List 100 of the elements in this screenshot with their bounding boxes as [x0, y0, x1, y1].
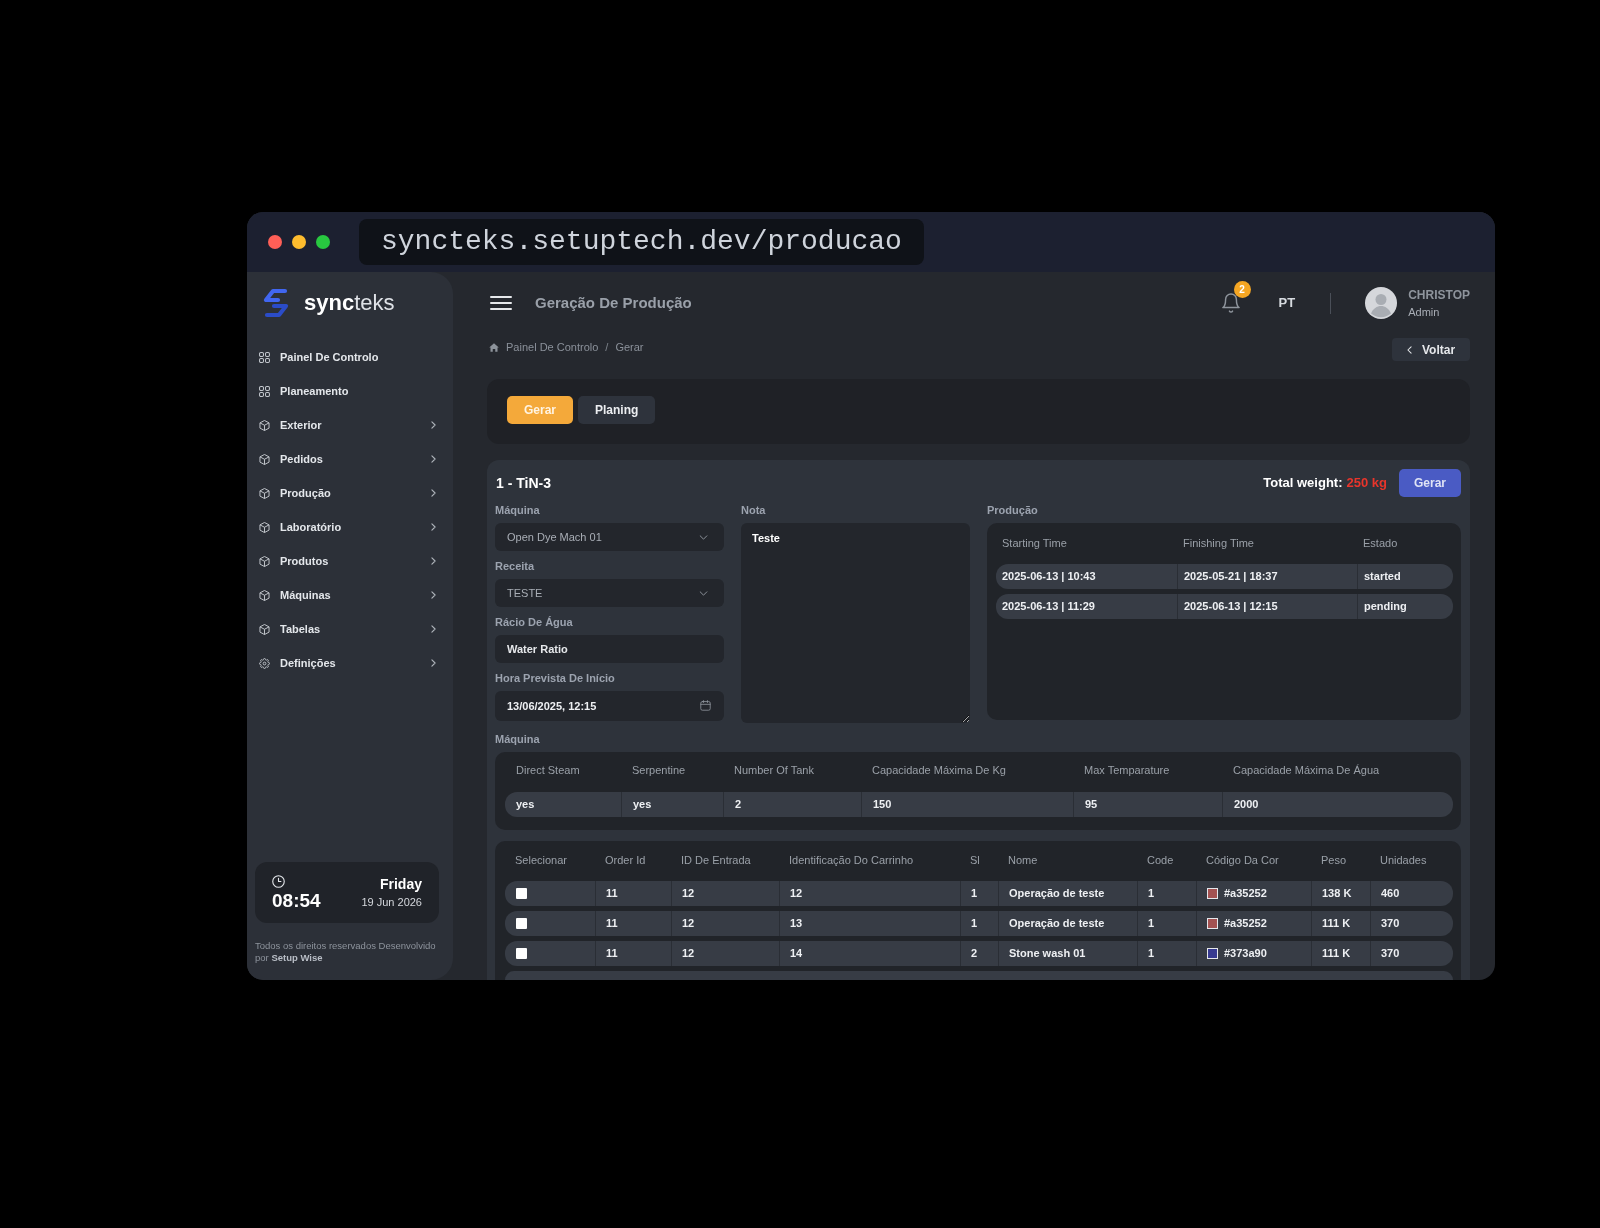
column-header: Código Da Cor	[1205, 853, 1280, 869]
column-header: Direct Steam	[515, 762, 581, 778]
sidebar-item[interactable]: Máquinas	[247, 578, 453, 612]
table-cell: 2	[960, 941, 998, 966]
table-cell: 1	[1137, 911, 1196, 936]
column-header: Max Temparature	[1083, 762, 1171, 778]
table-cell: 138 K	[1311, 881, 1370, 906]
address-bar[interactable]: syncteks.setuptech.dev/producao	[359, 219, 924, 265]
chevron-down-icon	[699, 590, 708, 596]
sidebar-item[interactable]: Exterior	[247, 408, 453, 442]
table-cell-text: 2025-06-13 | 10:43	[1001, 569, 1097, 585]
table-cell: 370	[1370, 911, 1453, 936]
table-cell: 14	[779, 941, 960, 966]
dropdown-field[interactable]: TESTE	[495, 579, 724, 607]
sidebar-item[interactable]: Planeamento	[247, 374, 453, 408]
sidebar-item[interactable]: Tabelas	[247, 612, 453, 646]
logo-icon	[262, 287, 290, 319]
column-header: ID De Entrada	[680, 853, 752, 869]
sidebar-item[interactable]: Painel De Controlo	[247, 340, 453, 374]
cube-icon	[259, 521, 270, 533]
cube-icon	[259, 487, 270, 499]
table-cell-text: yes	[515, 797, 536, 813]
table-cell-text: 2025-06-13 | 11:29	[1001, 599, 1096, 615]
table-cell: yes	[621, 792, 723, 817]
date-label: 19 Jun 2026	[361, 895, 422, 909]
table-cell: 2025-05-21 | 18:37	[1177, 564, 1357, 589]
avatar-icon[interactable]	[1365, 287, 1398, 319]
cube-icon	[259, 589, 270, 601]
chevron-right-icon	[431, 591, 436, 599]
checkbox[interactable]	[516, 948, 527, 959]
chevron-right-icon	[431, 489, 436, 497]
tab[interactable]: Planing	[578, 396, 656, 424]
color-code: #a35252	[1224, 916, 1267, 932]
dropdown-field[interactable]: Open Dye Mach 01	[495, 523, 724, 551]
checkbox[interactable]	[516, 918, 527, 929]
table-cell: 111 K	[1311, 911, 1370, 936]
minimize-window-icon[interactable]	[292, 235, 306, 249]
table-cell: 12	[671, 941, 779, 966]
clock-time: 08:54	[272, 890, 321, 911]
field-label: Nota	[741, 503, 767, 517]
calendar-icon[interactable]	[700, 700, 711, 711]
sidebar-item[interactable]: Definições	[247, 646, 453, 680]
note-field[interactable]: Teste	[741, 523, 970, 723]
total-weight-label: Total weight:	[1263, 474, 1343, 493]
column-header: Serpentine	[631, 762, 687, 778]
menu-icon[interactable]	[490, 296, 512, 310]
card-title: 1 - TiN-3	[496, 473, 551, 493]
table-cell: 150	[861, 792, 1073, 817]
field-label: Rácio De Água	[495, 615, 574, 629]
column-header: Identificação Do Carrinho	[788, 853, 915, 869]
column-header: Capacidade Máxima De Kg	[871, 762, 1007, 778]
sidebar-item[interactable]: Produtos	[247, 544, 453, 578]
copyright-text: Todos os direitos reservados Desenvolvido por Setup Wise	[255, 940, 437, 964]
checkbox[interactable]	[516, 888, 527, 899]
back-button[interactable]: Voltar	[1392, 338, 1470, 361]
table-cell: started	[1357, 564, 1453, 589]
cube-icon	[259, 623, 270, 635]
breadcrumb-link[interactable]: Painel De Controlo	[506, 340, 599, 354]
sidebar-item[interactable]: Produção	[247, 476, 453, 510]
section-label: Máquina	[495, 732, 541, 746]
column-header: Estado	[1362, 535, 1399, 551]
close-window-icon[interactable]	[268, 235, 282, 249]
table-cell: 11	[595, 911, 671, 936]
sidebar-item[interactable]: Pedidos	[247, 442, 453, 476]
column-header: Unidades	[1379, 853, 1428, 869]
user-role: Admin	[1408, 305, 1441, 319]
maximize-window-icon[interactable]	[316, 235, 330, 249]
home-icon[interactable]	[489, 342, 499, 352]
table-cell: 111 K	[1311, 941, 1370, 966]
column-header: Code	[1146, 853, 1175, 869]
input-field[interactable]: Water Ratio	[495, 635, 724, 663]
settings-icon	[259, 657, 270, 669]
chevron-right-icon	[431, 523, 436, 531]
chevron-right-icon	[431, 455, 436, 463]
chevron-right-icon	[431, 625, 436, 633]
column-header: Starting Time	[1001, 535, 1068, 551]
column-header: Sl	[969, 853, 981, 869]
datetime-field[interactable]: 13/06/2025, 12:15	[495, 691, 724, 721]
color-code: #a35252	[1224, 886, 1267, 902]
chevron-right-icon	[431, 659, 436, 667]
weekday-label: Friday	[380, 876, 422, 893]
table-cell: 11	[595, 881, 671, 906]
generate-button[interactable]: Gerar	[1399, 469, 1461, 497]
user-name: CHRISTOP	[1408, 287, 1470, 303]
chevron-right-icon	[431, 557, 436, 565]
cube-icon	[259, 453, 270, 465]
clock-icon	[272, 874, 285, 888]
sidebar-item[interactable]: Laboratório	[247, 510, 453, 544]
bell-icon[interactable]	[1221, 293, 1240, 313]
field-label: Receita	[495, 559, 536, 573]
table-cell: 95	[1073, 792, 1222, 817]
field-label: Hora Prevista De Início	[495, 671, 616, 685]
brand-name: syncteks	[304, 292, 395, 314]
notification-badge: 2	[1233, 281, 1251, 298]
column-header: Peso	[1320, 853, 1348, 869]
table-cell: 2	[723, 792, 861, 817]
language-selector[interactable]: PT	[1278, 293, 1296, 313]
field-label: Máquina	[495, 503, 541, 517]
column-header: Selecionar	[514, 853, 568, 869]
page-title: Geração De Produção	[535, 292, 692, 313]
